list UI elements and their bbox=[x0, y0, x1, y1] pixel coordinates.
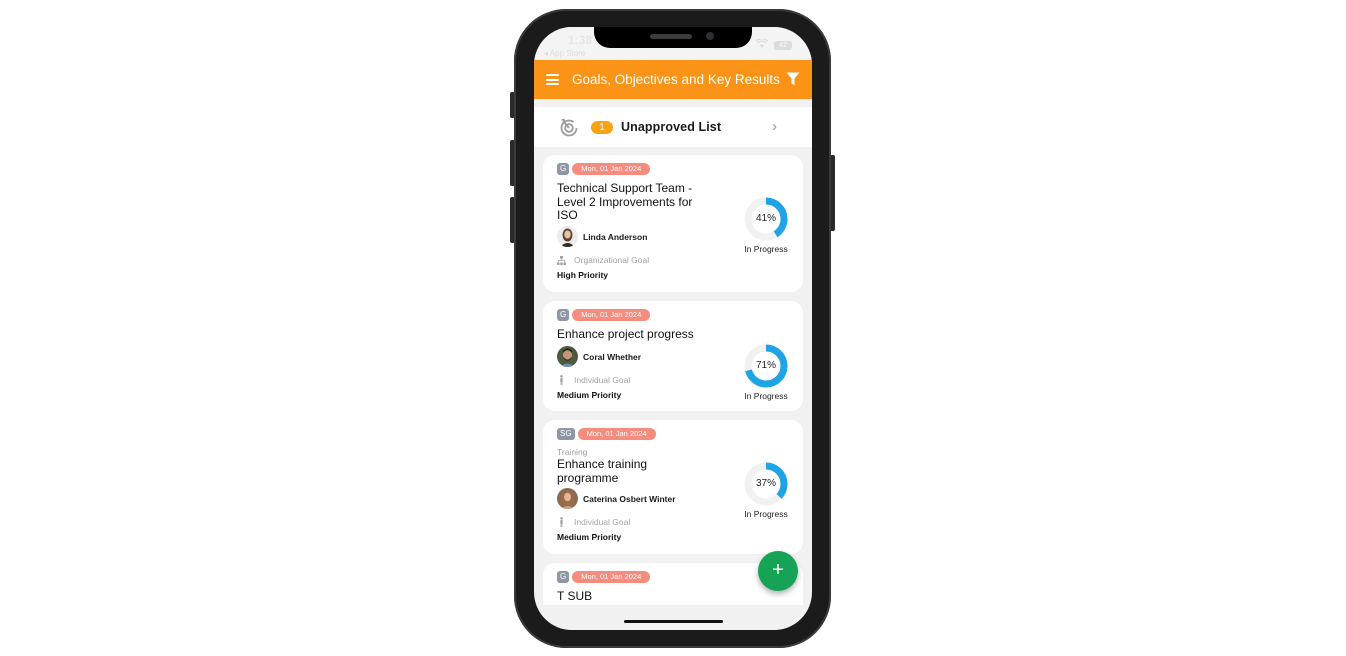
progress-percent: 71% bbox=[755, 360, 776, 371]
bottom-safe-area bbox=[534, 605, 812, 630]
goal-category: Organizational Goal bbox=[557, 255, 649, 265]
progress-percent: 37% bbox=[755, 478, 776, 489]
goal-type-label: Organizational Goal bbox=[574, 255, 650, 265]
phone-screen: 1:38 ◂ App Store 42 Goals, Objectives an… bbox=[534, 27, 812, 630]
goal-date-tag: Mon, 01 Jan 2024 bbox=[572, 309, 651, 321]
goal-title: Enhance training programme bbox=[557, 457, 648, 485]
goal-date-tag: Mon, 01 Jan 2024 bbox=[572, 163, 651, 175]
goal-title: Technical Support Team - Level 2 Improve… bbox=[557, 181, 693, 222]
app-header: Goals, Objectives and Key Results bbox=[534, 60, 812, 99]
goal-title: Enhance project progress bbox=[557, 327, 694, 341]
progress-percent: 41% bbox=[755, 213, 776, 224]
front-camera bbox=[706, 32, 714, 40]
goal-card[interactable]: G Mon, 01 Jan 2024 Enhance project progr… bbox=[543, 301, 803, 411]
goal-date-tag: Mon, 01 Jan 2024 bbox=[572, 571, 651, 583]
progress-ring: 41% bbox=[744, 197, 788, 241]
priority-label: High Priority bbox=[557, 270, 609, 280]
priority-label: Medium Priority bbox=[557, 532, 622, 542]
battery-icon: 42 bbox=[774, 41, 792, 50]
chevron-right-icon: › bbox=[772, 118, 777, 135]
goal-category-label: Training bbox=[557, 447, 588, 457]
org-chart-icon bbox=[557, 255, 566, 265]
goal-type-tag: G bbox=[557, 571, 570, 583]
progress-indicator: 37% In Progress bbox=[738, 462, 794, 519]
goal-card[interactable]: SG Mon, 01 Jan 2024 Training Enhance tra… bbox=[543, 420, 803, 554]
goal-status: In Progress bbox=[744, 391, 788, 401]
owner-avatar bbox=[557, 488, 578, 509]
back-to-app-store-link[interactable]: ◂ App Store bbox=[544, 49, 585, 58]
person-icon bbox=[560, 375, 563, 385]
owner-name: Caterina Osbert Winter bbox=[583, 493, 676, 504]
progress-ring: 71% bbox=[744, 344, 788, 388]
goal-type-label: Individual Goal bbox=[574, 375, 631, 385]
home-indicator[interactable] bbox=[624, 620, 723, 623]
progress-indicator: 71% In Progress bbox=[738, 344, 794, 401]
goal-date-tag: Mon, 01 Jan 2024 bbox=[577, 428, 656, 440]
radar-icon bbox=[560, 118, 578, 137]
unapproved-list-label: Unapproved List bbox=[621, 120, 722, 134]
unapproved-list-row[interactable]: 1 Unapproved List › bbox=[534, 107, 812, 147]
goal-title: T SUB bbox=[557, 589, 593, 603]
speaker-grille bbox=[650, 34, 692, 39]
status-time: 1:38 bbox=[568, 33, 593, 47]
owner-name: Linda Anderson bbox=[583, 231, 648, 242]
goal-card[interactable]: G Mon, 01 Jan 2024 Technical Support Tea… bbox=[543, 155, 803, 292]
unapproved-count-badge: 1 bbox=[591, 121, 613, 134]
goal-status: In Progress bbox=[744, 509, 788, 519]
page-title: Goals, Objectives and Key Results bbox=[572, 72, 780, 87]
owner-avatar bbox=[557, 346, 578, 367]
wifi-icon bbox=[755, 38, 769, 51]
progress-indicator: 41% In Progress bbox=[738, 197, 794, 254]
goal-type-tag: SG bbox=[557, 428, 575, 440]
goal-category: Individual Goal bbox=[557, 517, 630, 527]
goal-status: In Progress bbox=[744, 244, 788, 254]
goal-category: Individual Goal bbox=[557, 375, 630, 385]
add-goal-button[interactable]: + bbox=[758, 551, 798, 591]
person-icon bbox=[560, 517, 563, 527]
owner-name: Coral Whether bbox=[583, 351, 642, 362]
goal-type-tag: G bbox=[557, 309, 570, 321]
progress-ring: 37% bbox=[744, 462, 788, 506]
goal-type-tag: G bbox=[557, 163, 570, 175]
filter-icon[interactable] bbox=[786, 72, 800, 86]
owner-avatar bbox=[557, 226, 578, 247]
notch bbox=[594, 27, 752, 48]
hamburger-menu-icon[interactable] bbox=[546, 74, 559, 85]
priority-label: Medium Priority bbox=[557, 390, 622, 400]
goal-type-label: Individual Goal bbox=[574, 517, 631, 527]
